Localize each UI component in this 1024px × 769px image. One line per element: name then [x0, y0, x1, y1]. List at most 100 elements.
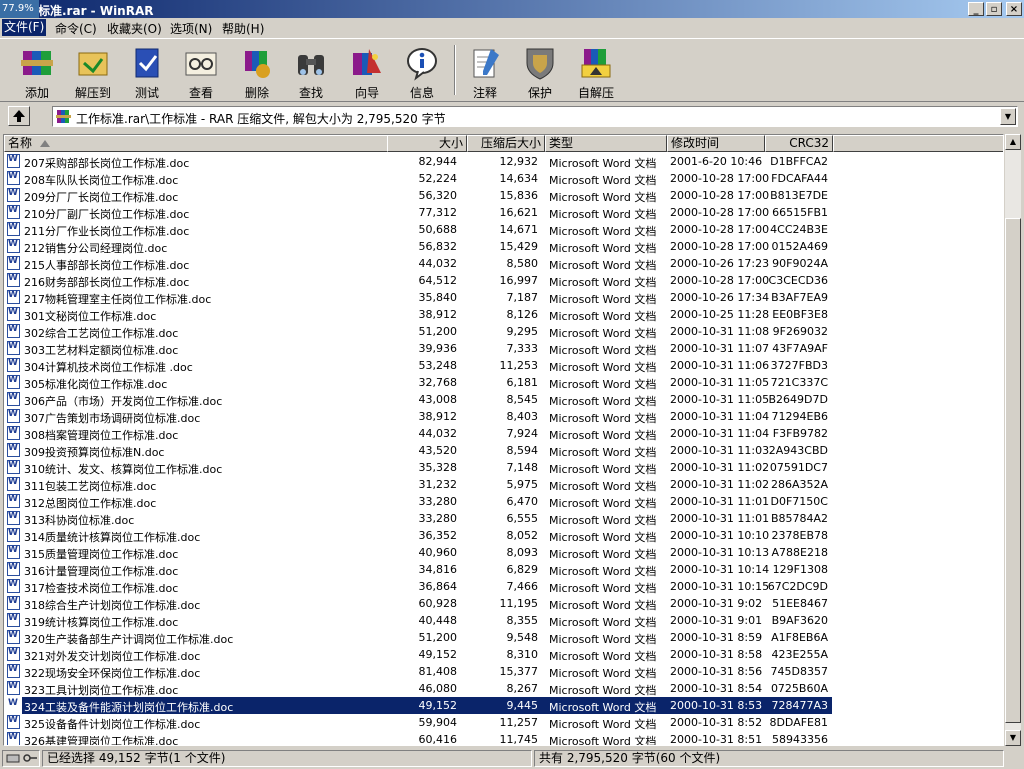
extract-to-button[interactable]: 解压到 — [67, 45, 119, 101]
table-row[interactable]: 316计量管理岗位工作标准.doc 34,816 6,829 Microsoft Wo… — [4, 561, 1003, 578]
find-button[interactable]: 查找 — [285, 45, 337, 101]
info-button[interactable]: 信息 — [396, 45, 448, 101]
cell-packed: 8,267 — [506, 682, 539, 695]
cell-size: 39,936 — [418, 342, 458, 355]
test-button[interactable]: 测试 — [121, 45, 173, 101]
table-row[interactable]: 308档案管理岗位工作标准.doc 44,032 7,924 Microsoft Wo… — [4, 425, 1003, 442]
table-row[interactable]: 310统计、发文、核算岗位工作标准.doc 35,328 7,148 Microsof… — [4, 459, 1003, 476]
table-row[interactable]: 303工艺材料定额岗位标准.doc 39,936 7,333 Microsoft Wo… — [4, 340, 1003, 357]
table-row[interactable]: 304计算机技术岗位工作标准 .doc 53,248 11,253 Microsoft… — [4, 357, 1003, 374]
cell-packed: 7,333 — [506, 342, 539, 355]
cell-crc: 43F7A9AF — [772, 342, 828, 355]
word-doc-icon — [7, 613, 20, 627]
scroll-up-button[interactable]: ▲ — [1005, 134, 1021, 150]
table-row[interactable]: 322现场安全环保岗位工作标准.doc 81,408 15,377 Microsoft… — [4, 663, 1003, 680]
table-row[interactable]: 209分厂厂长岗位工作标准.doc 56,320 15,836 Microsoft W… — [4, 187, 1003, 204]
table-row[interactable]: 215人事部部长岗位工作标准.doc 44,032 8,580 Microsoft W… — [4, 255, 1003, 272]
table-row[interactable]: 305标准化岗位工作标准.doc 32,768 6,181 Microsoft Wor… — [4, 374, 1003, 391]
column-modified-label: 修改时间 — [671, 136, 720, 150]
close-button[interactable]: × — [1006, 2, 1022, 16]
chevron-down-icon[interactable]: ▼ — [1000, 108, 1016, 125]
cell-name: 314质量统计核算岗位工作标准.doc — [24, 531, 201, 544]
table-row[interactable]: 302综合工艺岗位工作标准.doc 51,200 9,295 Microsoft Wo… — [4, 323, 1003, 340]
cell-crc: B85784A2 — [770, 512, 828, 525]
word-doc-icon — [7, 732, 20, 745]
menu-options[interactable]: 选项(N) — [170, 20, 212, 37]
table-row[interactable]: 315质量管理岗位工作标准.doc 40,960 8,093 Microsoft Wo… — [4, 544, 1003, 561]
menu-help[interactable]: 帮助(H) — [222, 20, 264, 37]
scroll-thumb[interactable] — [1005, 218, 1021, 723]
table-row[interactable]: 326基建管理岗位工作标准.doc 60,416 11,745 Microsoft W… — [4, 731, 1003, 745]
table-row[interactable]: 210分厂副厂长岗位工作标准.doc 77,312 16,621 Microsoft … — [4, 204, 1003, 221]
column-header-packed[interactable]: 压缩后大小 — [467, 135, 545, 152]
table-row[interactable]: 216财务部部长岗位工作标准.doc 64,512 16,997 Microsoft … — [4, 272, 1003, 289]
cell-crc: C3CECD36 — [768, 274, 828, 287]
column-header-size[interactable]: 大小 — [387, 135, 467, 152]
table-row[interactable]: 212销售分公司经理岗位.doc 56,832 15,429 Microsoft Wo… — [4, 238, 1003, 255]
table-row[interactable]: 313科协岗位标准.doc 33,280 6,555 Microsoft Word 文… — [4, 510, 1003, 527]
path-combobox[interactable]: 工作标准.rar\工作标准 - RAR 压缩文件, 解包大小为 2,795,52… — [52, 106, 1018, 127]
vertical-scrollbar[interactable]: ▲ ▼ — [1005, 134, 1021, 746]
delete-button[interactable]: 删除 — [231, 45, 283, 101]
add-button[interactable]: 添加 — [11, 45, 63, 101]
table-row[interactable]: 314质量统计核算岗位工作标准.doc 36,352 8,052 Microsoft … — [4, 527, 1003, 544]
table-row[interactable]: 325设备备件计划岗位工作标准.doc 59,904 11,257 Microsoft… — [4, 714, 1003, 731]
cell-name: 209分厂厂长岗位工作标准.doc — [24, 191, 179, 204]
table-row[interactable]: 208车队队长岗位工作标准.doc 52,224 14,634 Microsoft W… — [4, 170, 1003, 187]
protect-button[interactable]: 保护 — [514, 45, 566, 101]
menu-favorites[interactable]: 收藏夹(O) — [107, 20, 162, 37]
menu-commands[interactable]: 命令(C) — [55, 20, 97, 37]
table-row[interactable]: 211分厂作业长岗位工作标准.doc 50,688 14,671 Microsoft … — [4, 221, 1003, 238]
cell-name: 210分厂副厂长岗位工作标准.doc — [24, 208, 190, 221]
table-row[interactable]: 309投资预算岗位标准N.doc 43,520 8,594 Microsoft Wor… — [4, 442, 1003, 459]
toolbar-separator — [454, 45, 456, 95]
comment-button[interactable]: 注释 — [459, 45, 511, 101]
cell-crc: D1BFFCA2 — [770, 155, 828, 168]
file-list[interactable]: 名称 大小 压缩后大小 类型 修改时间 CRC32 207采购部部长岗位工作标准… — [3, 134, 1004, 746]
cell-packed: 8,355 — [506, 614, 539, 627]
up-folder-button[interactable] — [8, 106, 30, 126]
cell-crc: 721C337C — [770, 376, 828, 389]
cell-packed: 7,148 — [506, 461, 539, 474]
column-crc-label: CRC32 — [789, 136, 829, 150]
table-row[interactable]: 318综合生产计划岗位工作标准.doc 60,928 11,195 Microsoft… — [4, 595, 1003, 612]
column-header-crc[interactable]: CRC32 — [765, 135, 833, 152]
cell-type: Microsoft Word 文档 — [549, 684, 657, 697]
word-doc-icon — [7, 341, 20, 355]
view-button[interactable]: 查看 — [175, 45, 227, 101]
cell-type: Microsoft Word 文档 — [549, 446, 657, 459]
table-row[interactable]: 323工具计划岗位工作标准.doc 46,080 8,267 Microsoft Wo… — [4, 680, 1003, 697]
table-row[interactable]: 207采购部部长岗位工作标准.doc 82,944 12,932 Microsoft … — [4, 153, 1003, 170]
info-icon — [404, 45, 440, 81]
table-row[interactable]: 320生产装备部生产计调岗位工作标准.doc 51,200 9,548 Microso… — [4, 629, 1003, 646]
column-header-type[interactable]: 类型 — [545, 135, 667, 152]
status-selected: 已经选择 49,152 字节(1 个文件) — [42, 750, 532, 767]
table-row[interactable]: 311包装工艺岗位标准.doc 31,232 5,975 Microsoft Word… — [4, 476, 1003, 493]
word-doc-icon — [7, 307, 20, 321]
cell-name: 308档案管理岗位工作标准.doc — [24, 429, 179, 442]
word-doc-icon — [7, 324, 20, 338]
restore-button[interactable]: ▫ — [986, 2, 1002, 16]
table-row[interactable]: 301文秘岗位工作标准.doc 38,912 8,126 Microsoft Word… — [4, 306, 1003, 323]
column-header-modified[interactable]: 修改时间 — [667, 135, 765, 152]
minimize-button[interactable]: _ — [968, 2, 984, 16]
cell-size: 40,960 — [418, 546, 458, 559]
table-row[interactable]: 307广告策划市场调研岗位标准.doc 38,912 8,403 Microsoft … — [4, 408, 1003, 425]
word-doc-icon — [7, 154, 20, 168]
table-row[interactable]: 321对外发交计划岗位工作标准.doc 49,152 8,310 Microsoft … — [4, 646, 1003, 663]
cell-size: 82,944 — [418, 155, 458, 168]
menu-file[interactable]: 文件(F) — [2, 19, 47, 36]
table-row[interactable]: 217物耗管理室主任岗位工作标准.doc 35,840 7,187 Microsoft… — [4, 289, 1003, 306]
sfx-button[interactable]: 自解压 — [570, 45, 622, 101]
table-row[interactable]: 324工装及备件能源计划岗位工作标准.doc 49,152 9,445 Microso… — [4, 697, 1003, 714]
wizard-button[interactable]: 向导 — [341, 45, 393, 101]
table-row[interactable]: 317检查技术岗位工作标准.doc 36,864 7,466 Microsoft Wo… — [4, 578, 1003, 595]
file-rows: 207采购部部长岗位工作标准.doc 82,944 12,932 Microsoft … — [4, 153, 1003, 745]
table-row[interactable]: 319统计核算岗位工作标准.doc 40,448 8,355 Microsoft Wo… — [4, 612, 1003, 629]
cell-type: Microsoft Word 文档 — [549, 701, 657, 714]
table-row[interactable]: 306产品（市场）开发岗位工作标准.doc 43,008 8,545 Microsof… — [4, 391, 1003, 408]
cell-size: 31,232 — [418, 478, 458, 491]
scroll-down-button[interactable]: ▼ — [1005, 730, 1021, 746]
cell-crc: 71294EB6 — [771, 410, 829, 423]
table-row[interactable]: 312总图岗位工作标准.doc 33,280 6,470 Microsoft Word… — [4, 493, 1003, 510]
